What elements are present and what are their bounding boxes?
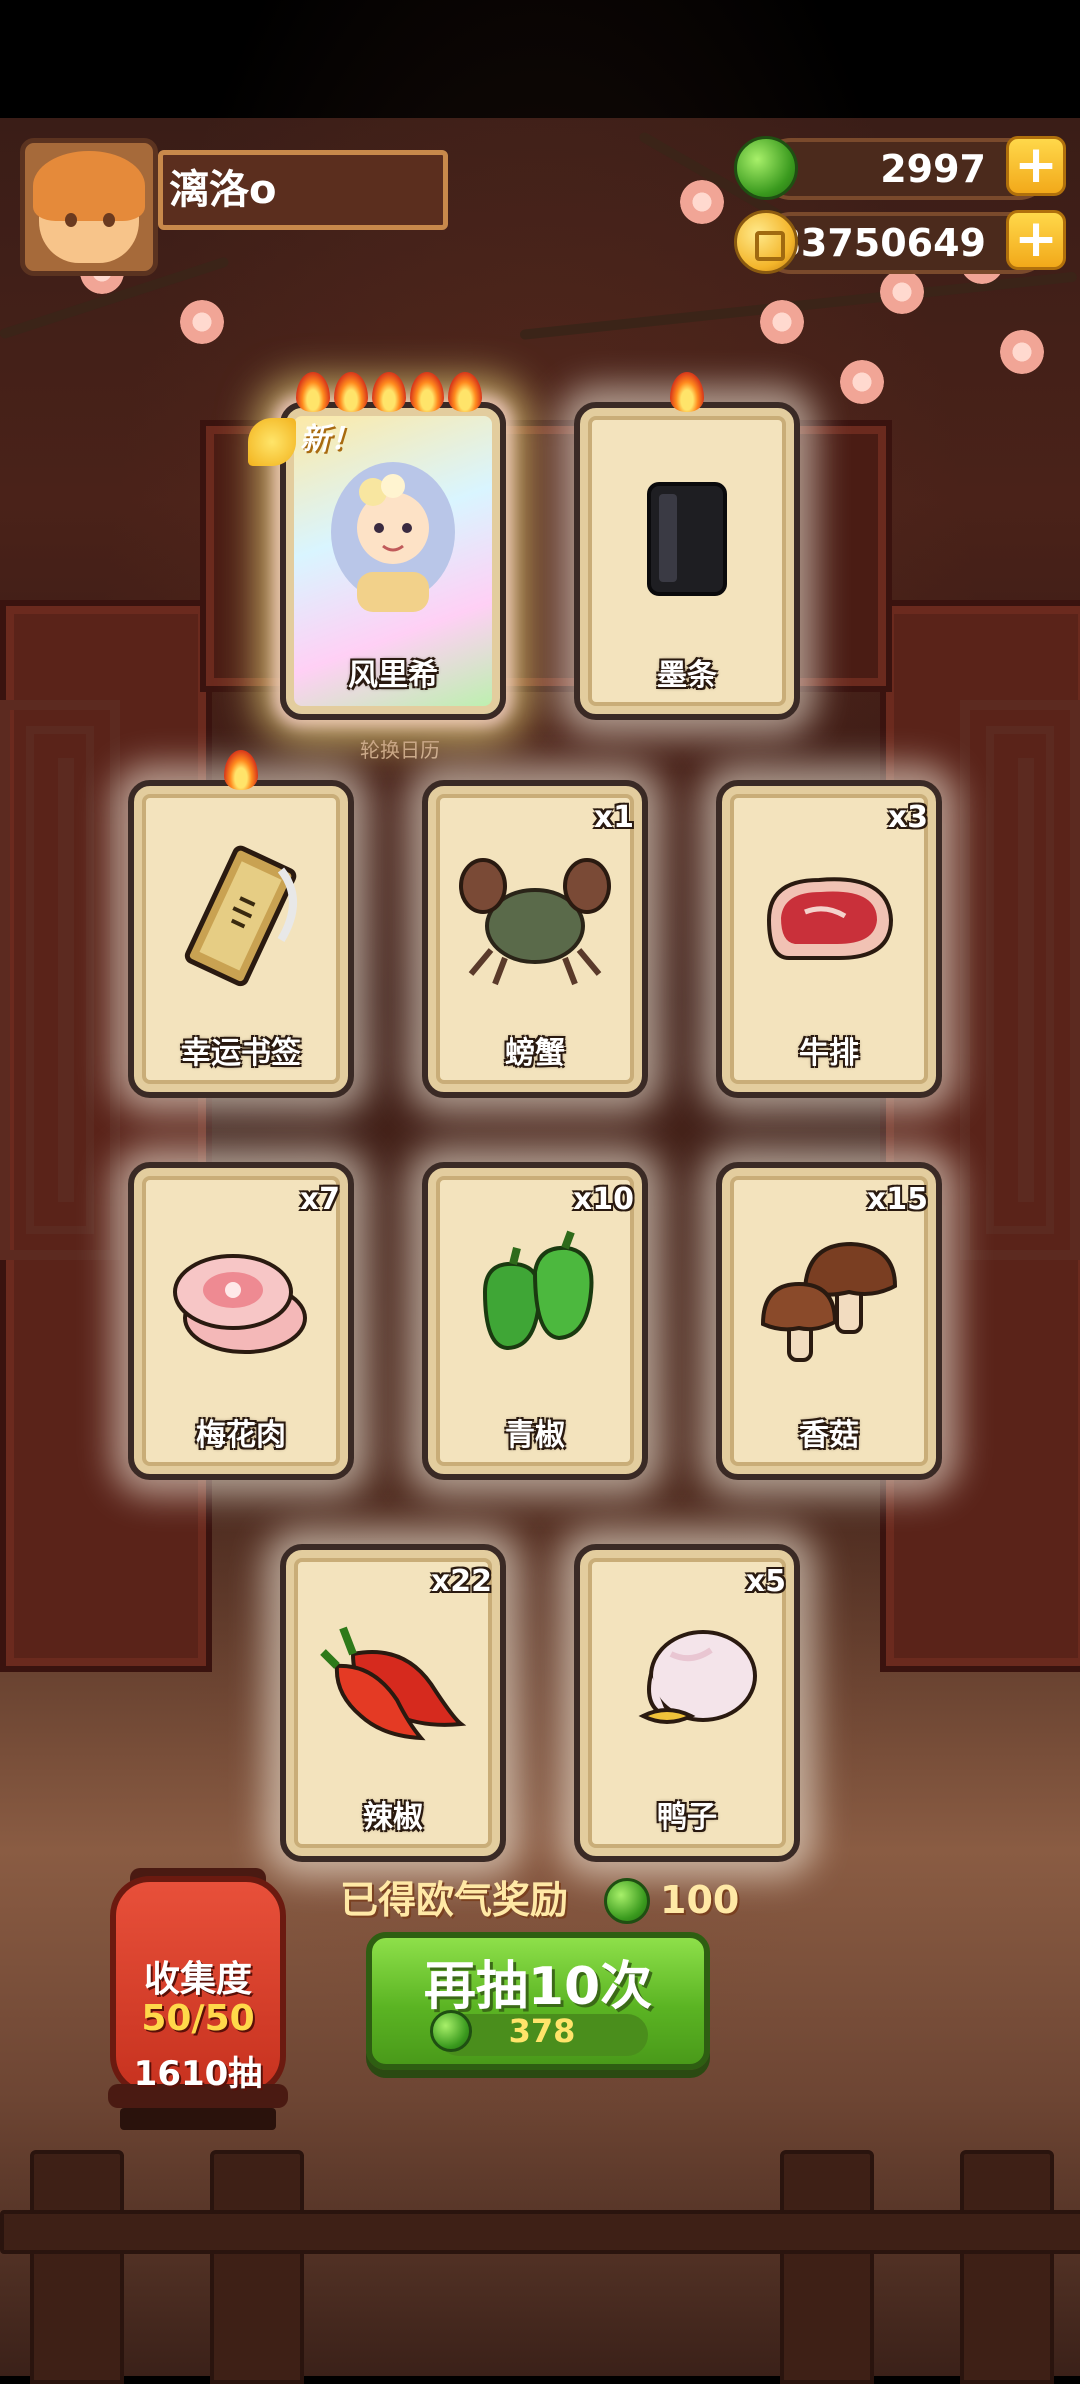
card-name: 牛排 xyxy=(799,1036,859,1071)
fence-post xyxy=(780,2150,874,2384)
card-lucky-bookmark[interactable]: 幸运书签 xyxy=(128,750,354,1098)
right-window-lattice xyxy=(960,700,1080,1260)
card-name: 墨条 xyxy=(657,658,717,693)
crab-icon xyxy=(459,858,611,986)
card-count: x15 xyxy=(866,1182,928,1217)
star-flame-icon xyxy=(410,372,444,412)
star-flame-icon xyxy=(224,750,258,790)
star-flame-icon xyxy=(334,372,368,412)
card-count: x3 xyxy=(887,800,928,835)
coin-icon xyxy=(734,210,798,274)
card-count: x5 xyxy=(745,1564,786,1599)
duck-icon xyxy=(638,1630,757,1724)
mushroom-icon xyxy=(760,1241,898,1362)
card-name: 鸭子 xyxy=(657,1800,717,1835)
collection-progress: 50/50 xyxy=(141,1998,255,2039)
pork-icon xyxy=(173,1254,307,1354)
avatar-hair xyxy=(33,151,145,221)
character-portrait-icon xyxy=(331,462,455,612)
gem-icon xyxy=(604,1878,650,1924)
card-chili[interactable]: x22 辣椒 xyxy=(280,1544,506,1862)
card-count: x22 xyxy=(430,1564,492,1599)
card-duck[interactable]: x5 鸭子 xyxy=(574,1544,800,1862)
avatar-eye xyxy=(65,213,77,227)
add-coins-button[interactable]: + xyxy=(1006,210,1066,270)
ink-stick-icon xyxy=(647,482,727,596)
fence-post xyxy=(210,2150,304,2384)
draw-cost-value: 378 xyxy=(508,2012,576,2050)
star-flame-icon xyxy=(670,372,704,412)
chili-icon xyxy=(320,1626,467,1741)
gem-icon xyxy=(734,136,798,200)
card-count: x1 xyxy=(593,800,634,835)
left-window-lattice xyxy=(0,700,120,1260)
card-crab[interactable]: x1 螃蟹 xyxy=(422,780,648,1098)
card-name: 香菇 xyxy=(799,1418,859,1453)
coin-balance-value: 83750649 xyxy=(774,221,986,265)
blossom xyxy=(1000,330,1044,374)
collection-draw-count: 1610抽 xyxy=(133,2054,263,2094)
card-pork[interactable]: x7 梅花肉 xyxy=(128,1162,354,1480)
card-name: 青椒 xyxy=(505,1418,565,1453)
add-gems-button[interactable]: + xyxy=(1006,136,1066,196)
gem-icon xyxy=(430,2010,472,2052)
card-count: x10 xyxy=(572,1182,634,1217)
card-mushroom[interactable]: x15 香菇 xyxy=(716,1162,942,1480)
background-sign: 轮换日历 xyxy=(360,738,440,762)
card-steak[interactable]: x3 牛排 xyxy=(716,780,942,1098)
player-name: 漓洛o xyxy=(158,150,448,230)
draw-again-label: 再抽10次 xyxy=(423,1957,653,2017)
green-pepper-icon xyxy=(482,1230,594,1351)
card-name: 螃蟹 xyxy=(505,1036,565,1071)
blossom xyxy=(880,270,924,314)
bookmark-icon xyxy=(184,845,297,987)
steak-icon xyxy=(766,877,894,960)
player-avatar[interactable] xyxy=(20,138,158,276)
blossom xyxy=(760,300,804,344)
reward-label: 已得欧气奖励 xyxy=(340,1878,569,1922)
collection-title: 收集度 xyxy=(143,1959,252,2000)
reward-value: 100 xyxy=(660,1878,740,1922)
star-flame-icon xyxy=(372,372,406,412)
card-name: 辣椒 xyxy=(363,1800,423,1835)
card-ink-stick[interactable]: 墨条 xyxy=(574,372,800,720)
fence-post xyxy=(30,2150,124,2384)
card-name: 幸运书签 xyxy=(181,1036,301,1071)
lantern-stand xyxy=(120,2108,276,2130)
fence-post xyxy=(960,2150,1054,2384)
card-count: x7 xyxy=(299,1182,340,1217)
fence-rail xyxy=(0,2210,1080,2254)
star-flame-icon xyxy=(448,372,482,412)
avatar-eye xyxy=(103,213,115,227)
draw-again-button[interactable]: 再抽10次 378 xyxy=(366,1932,710,2070)
blossom xyxy=(180,300,224,344)
card-name: 风里希 xyxy=(348,658,438,693)
blossom xyxy=(840,360,884,404)
blossom xyxy=(680,180,724,224)
star-flame-icon xyxy=(296,372,330,412)
card-name: 梅花肉 xyxy=(196,1418,286,1453)
card-green-pepper[interactable]: x10 青椒 xyxy=(422,1162,648,1480)
game-screen: 漓洛o 2997 + 83750649 + 新！ 风里希 墨条 轮换日历 幸运书… xyxy=(0,0,1080,2384)
card-fenglixi[interactable]: 新！ 风里希 xyxy=(248,372,506,720)
gem-balance-value: 2997 xyxy=(880,147,986,191)
